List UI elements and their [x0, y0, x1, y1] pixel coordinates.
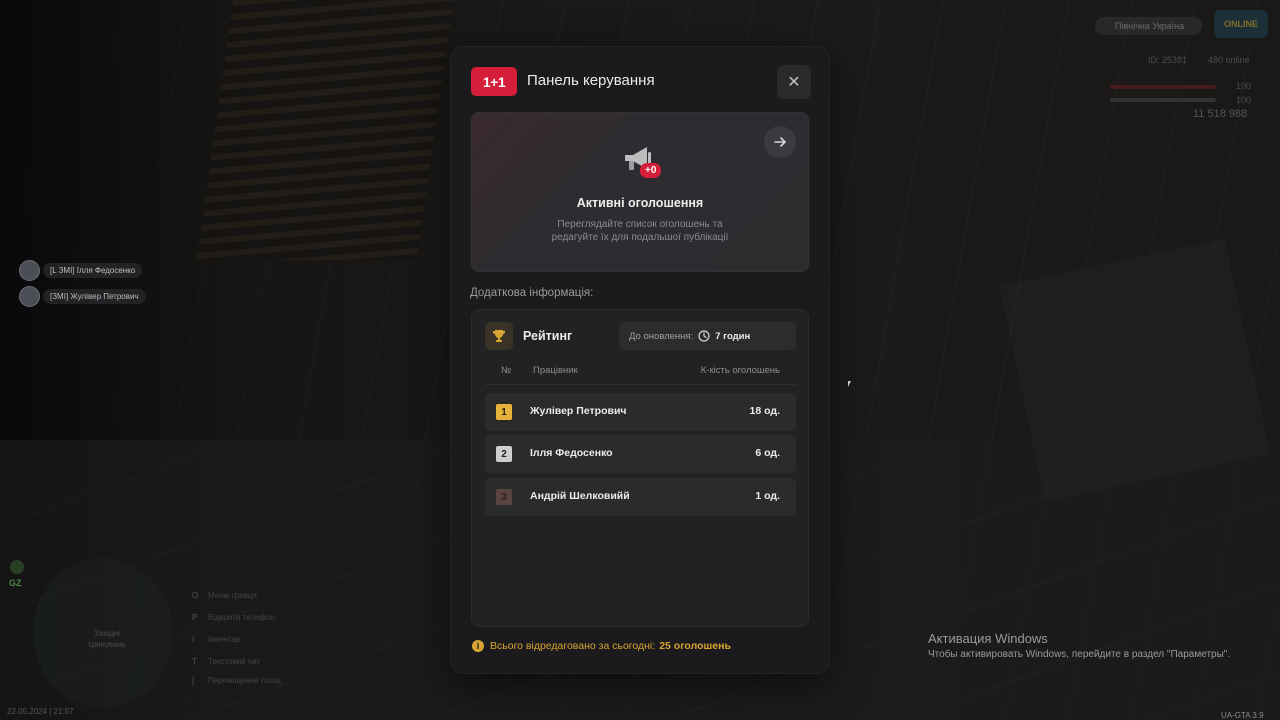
rating-table-header: № Працівник К-кість оголошень	[485, 365, 796, 385]
health-bar	[1110, 85, 1216, 89]
rank-badge: 1	[496, 404, 512, 420]
table-row: 2 Ілля Федосенко 6 од.	[485, 435, 796, 473]
avatar	[19, 285, 40, 307]
trophy-icon	[485, 322, 513, 350]
table-row: 3 Андрій Шелковийй 1 од.	[485, 478, 796, 516]
channel-logo: 1+1	[471, 67, 517, 96]
background-furniture	[999, 238, 1271, 502]
card-title: Активні оголошення	[576, 196, 704, 210]
game-version: UA-GTA 3.9	[1221, 711, 1264, 720]
health-value: 100	[1236, 81, 1252, 91]
active-announcements-card[interactable]: +0 Активні оголошення Переглядайте списо…	[471, 112, 809, 272]
hint-item: [Переміщення площ	[192, 676, 281, 685]
column-count: К-кість оголошень	[700, 365, 780, 376]
announcement-count: 18 од.	[749, 405, 780, 417]
announcement-count: 1 од.	[755, 490, 780, 502]
server-name: Північна Україна	[1095, 17, 1202, 35]
employee-name: Ілля Федосенко	[530, 447, 613, 459]
watermark-title: Активация Windows	[928, 631, 1048, 646]
open-announcements-button[interactable]	[764, 126, 796, 158]
hint-item: P Відкрити телефон	[192, 613, 275, 622]
rating-title: Рейтинг	[523, 329, 573, 343]
control-panel-modal: 1+1 Панель керування ✕ +0 Активні оголош…	[451, 47, 829, 673]
hint-item: I Інвентар	[192, 635, 241, 644]
rank-badge: 3	[496, 489, 512, 505]
close-button[interactable]: ✕	[777, 65, 811, 99]
section-label: Додаткова інформація:	[470, 287, 594, 299]
clock-icon	[698, 330, 710, 342]
hint-item: T Текстовий чат	[192, 657, 261, 666]
gang-zone-icon	[10, 560, 24, 574]
announcement-count: 6 од.	[755, 447, 780, 459]
column-number: №	[501, 365, 512, 376]
windows-activation-watermark: Активация Windows Чтобы активировать Win…	[928, 631, 1230, 660]
close-icon: ✕	[787, 74, 801, 91]
nearby-players-list: [L ЗМІ] Ілля Федосенко [ЗМІ] Жулівер Пет…	[19, 259, 146, 311]
watermark-subtitle: Чтобы активировать Windows, перейдите в …	[928, 649, 1231, 660]
employee-name: Андрій Шелковийй	[530, 490, 630, 502]
daily-summary: i Всього відредаговано за сьогодні: 25 о…	[472, 640, 731, 652]
rating-panel: Рейтинг До оновлення: 7 годин № Працівни…	[471, 309, 809, 627]
rank-badge: 2	[496, 446, 512, 462]
player-entry: [ЗМІ] Жулівер Петрович	[19, 285, 146, 307]
update-value: 7 годин	[715, 330, 751, 342]
avatar	[19, 259, 40, 281]
mouse-cursor	[848, 381, 854, 387]
minimap-location: Західні тренувань	[87, 629, 127, 649]
employee-name: Жулівер Петрович	[530, 405, 627, 417]
player-name: [ЗМІ] Жулівер Петрович	[43, 288, 146, 304]
armor-value: 100	[1236, 95, 1252, 105]
column-employee: Працівник	[533, 365, 578, 376]
summary-value: 25 оголошень	[659, 640, 731, 652]
info-icon: i	[472, 640, 484, 652]
armor-bar	[1110, 98, 1216, 102]
gang-zone-label: GZ	[9, 578, 22, 588]
arrow-right-icon	[774, 137, 786, 147]
table-row: 1 Жулівер Петрович 18 од.	[485, 393, 796, 431]
announcements-count-badge: +0	[640, 163, 662, 178]
card-description: Переглядайте список оголошень та редагуй…	[551, 219, 729, 243]
server-logo: ONLINE	[1214, 10, 1268, 38]
background-stairs	[196, 0, 454, 260]
update-label: До оновлення:	[629, 330, 694, 342]
money-value: 11 518 988	[1193, 108, 1248, 120]
datetime: 22.05.2024 | 21:57	[7, 707, 74, 716]
hint-item: O Меню гравця	[192, 591, 257, 600]
player-name: [L ЗМІ] Ілля Федосенко	[43, 262, 143, 278]
modal-title: Панель керування	[527, 72, 655, 89]
player-entry: [L ЗМІ] Ілля Федосенко	[19, 259, 146, 281]
update-timer: До оновлення: 7 годин	[619, 322, 796, 350]
online-count: 480 online	[1208, 55, 1250, 65]
player-id: ID: 25381	[1148, 55, 1188, 65]
summary-text: Всього відредаговано за сьогодні:	[490, 640, 656, 652]
